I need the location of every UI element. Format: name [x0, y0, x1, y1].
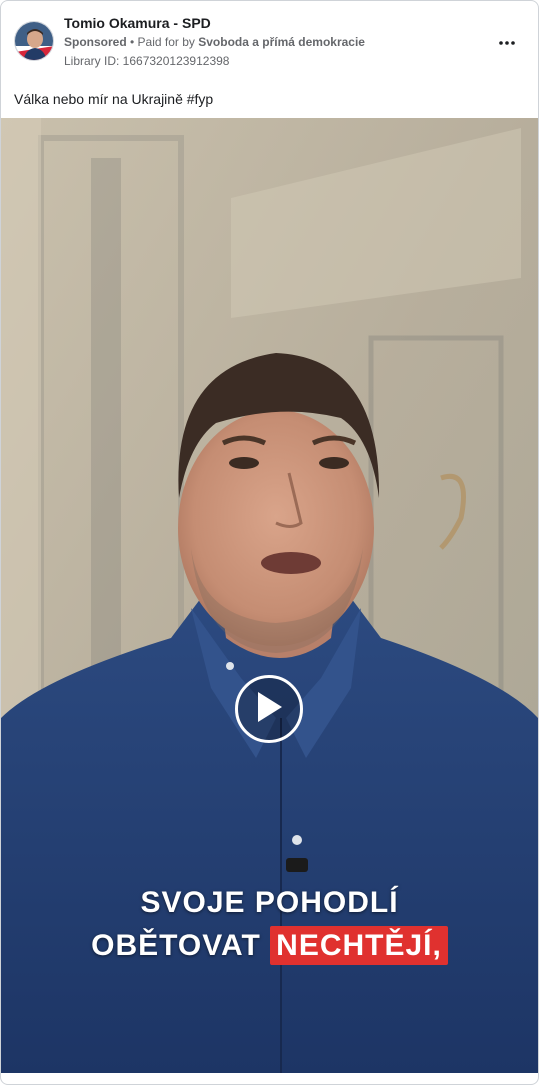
page-name[interactable]: Tomio Okamura - SPD	[64, 15, 211, 31]
more-horizontal-icon	[499, 32, 515, 50]
post-caption: Válka nebo mír na Ukrajině #fyp	[14, 91, 214, 107]
post-header: Tomio Okamura - SPD Sponsored • Paid for…	[1, 1, 538, 81]
separator: •	[126, 35, 138, 49]
ad-card: Tomio Okamura - SPD Sponsored • Paid for…	[0, 0, 539, 1085]
video-player[interactable]: SVOJE POHODLÍ OBĚTOVAT NECHTĚJÍ,	[1, 118, 538, 1073]
library-id: Library ID: 1667320123912398	[64, 54, 230, 68]
paid-for-by-link[interactable]: Svoboda a přímá demokracie	[198, 35, 365, 49]
play-icon	[254, 690, 284, 729]
paid-for-prefix: Paid for by	[137, 35, 199, 49]
avatar[interactable]	[14, 21, 54, 61]
subtitle-plain-text: OBĚTOVAT	[91, 929, 271, 962]
more-options-button[interactable]	[493, 31, 521, 51]
play-button[interactable]	[235, 675, 303, 743]
subtitle-line-1: SVOJE POHODLÍ	[140, 886, 399, 919]
subtitle-highlight: NECHTĚJÍ,	[270, 926, 448, 965]
subtitle-line-2: OBĚTOVAT NECHTĚJÍ,	[1, 926, 538, 965]
sponsored-label: Sponsored	[64, 35, 127, 49]
sponsored-line: Sponsored • Paid for by Svoboda a přímá …	[64, 35, 365, 49]
